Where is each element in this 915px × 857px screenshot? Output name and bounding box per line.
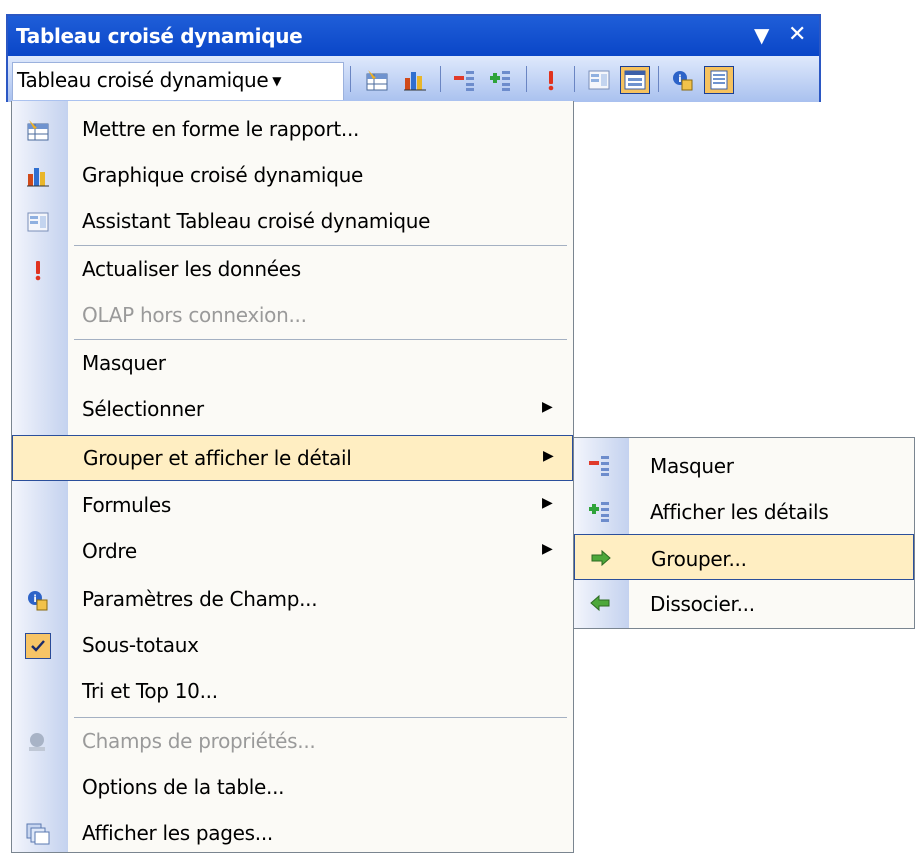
toolbar-separator <box>658 66 659 92</box>
submenu-arrow-icon: ▶ <box>542 495 553 511</box>
svg-text:i: i <box>678 74 681 85</box>
show-detail-icon <box>586 498 614 524</box>
pivot-table-menu-button[interactable]: Tableau croisé dynamique ▼ <box>12 62 344 100</box>
menu-item-label: Options de la table... <box>82 775 285 799</box>
submenu-arrow-icon: ▶ <box>542 541 553 557</box>
submenu-item-label: Masquer <box>650 454 734 478</box>
format-report-icon <box>24 117 52 143</box>
refresh-icon[interactable] <box>536 66 566 94</box>
table-options-icon[interactable] <box>704 66 734 94</box>
menu-item-subtotals[interactable]: Sous-totaux <box>12 623 573 669</box>
show-field-list-icon[interactable] <box>620 66 650 94</box>
menu-item-label: Formules <box>82 493 171 517</box>
property-fields-icon <box>24 729 52 755</box>
field-settings-icon: i <box>24 587 52 613</box>
menu-item-show-pages[interactable]: Afficher les pages... <box>12 811 573 857</box>
check-icon <box>24 633 52 659</box>
title-bar[interactable]: Tableau croisé dynamique ▼ ✕ <box>8 16 819 56</box>
toolbar-separator <box>440 66 441 92</box>
menu-item-label: Afficher les pages... <box>82 821 273 845</box>
wizard-icon <box>24 209 52 235</box>
show-pages-icon <box>24 821 52 847</box>
close-icon[interactable]: ✕ <box>788 22 806 48</box>
submenu-arrow-icon: ▶ <box>543 448 554 464</box>
submenu-arrow-icon: ▶ <box>542 399 553 415</box>
svg-text:i: i <box>33 594 36 605</box>
menu-item-label: Ordre <box>82 539 137 563</box>
menu-separator <box>74 339 567 340</box>
submenu-item-label: Grouper... <box>651 547 747 571</box>
submenu-item-ungroup[interactable]: Dissocier... <box>574 580 914 626</box>
menu-item-field-settings[interactable]: i Paramètres de Champ... <box>12 577 573 623</box>
toolbar-separator <box>350 66 351 92</box>
menu-item-label: Champs de propriétés... <box>82 729 316 753</box>
toolbar-title: Tableau croisé dynamique <box>16 24 303 48</box>
menu-item-label: Actualiser les données <box>82 257 301 281</box>
submenu-item-group[interactable]: Grouper... <box>574 534 914 580</box>
toolbar-buttons-row: Tableau croisé dynamique ▼ i <box>8 56 819 102</box>
menu-separator <box>74 717 567 718</box>
pivot-table-toolbar: Tableau croisé dynamique ▼ ✕ Tableau cro… <box>6 14 821 102</box>
menu-item-select[interactable]: Sélectionner ▶ <box>12 387 573 433</box>
menu-item-label: Paramètres de Champ... <box>82 587 318 611</box>
menu-item-sort-top10[interactable]: Tri et Top 10... <box>12 669 573 715</box>
group-detail-submenu: Masquer Afficher les détails Grouper... … <box>573 437 915 629</box>
menu-item-label: Assistant Tableau croisé dynamique <box>82 209 431 233</box>
chevron-down-icon: ▼ <box>272 74 282 88</box>
triangle-down-icon[interactable]: ▼ <box>754 22 769 48</box>
menu-item-property-fields: Champs de propriétés... <box>12 719 573 765</box>
toolbar-separator <box>526 66 527 92</box>
show-detail-icon[interactable] <box>486 66 516 94</box>
submenu-item-hide-detail[interactable]: Masquer <box>574 442 914 488</box>
menu-item-label: Mettre en forme le rapport... <box>82 117 360 141</box>
menu-item-label: Masquer <box>82 351 166 375</box>
field-params-icon[interactable]: i <box>668 66 698 94</box>
group-arrow-icon <box>587 545 615 571</box>
toolbar-separator <box>574 66 575 92</box>
menu-item-pivot-chart[interactable]: Graphique croisé dynamique <box>12 153 573 199</box>
menu-item-label: Sous-totaux <box>82 633 199 657</box>
pivot-chart-icon[interactable] <box>400 66 430 94</box>
menu-item-refresh[interactable]: Actualiser les données <box>12 247 573 293</box>
menu-item-label: OLAP hors connexion... <box>82 303 307 327</box>
menu-item-wizard[interactable]: Assistant Tableau croisé dynamique <box>12 199 573 245</box>
pivot-table-menu-label: Tableau croisé dynamique <box>17 68 269 92</box>
menu-item-hide[interactable]: Masquer <box>12 341 573 387</box>
menu-item-order[interactable]: Ordre ▶ <box>12 529 573 575</box>
menu-item-olap-offline: OLAP hors connexion... <box>12 293 573 339</box>
field-settings-icon[interactable] <box>584 66 614 94</box>
format-report-icon[interactable] <box>362 66 392 94</box>
ungroup-arrow-icon <box>586 590 614 616</box>
submenu-item-label: Dissocier... <box>650 592 755 616</box>
hide-detail-icon[interactable] <box>450 66 480 94</box>
pivot-chart-icon <box>24 163 52 189</box>
menu-item-group-show-detail[interactable]: Grouper et afficher le détail ▶ <box>12 435 573 481</box>
menu-item-format-report[interactable]: Mettre en forme le rapport... <box>12 107 573 153</box>
menu-item-label: Sélectionner <box>82 397 204 421</box>
menu-item-formulas[interactable]: Formules ▶ <box>12 483 573 529</box>
menu-item-table-options[interactable]: Options de la table... <box>12 765 573 811</box>
menu-item-label: Grouper et afficher le détail <box>83 446 352 470</box>
refresh-icon <box>24 257 52 283</box>
menu-item-label: Tri et Top 10... <box>82 679 218 703</box>
hide-detail-icon <box>586 452 614 478</box>
menu-item-label: Graphique croisé dynamique <box>82 163 363 187</box>
submenu-item-label: Afficher les détails <box>650 500 829 524</box>
pivot-table-dropdown-menu: Mettre en forme le rapport... Graphique … <box>11 101 574 853</box>
submenu-item-show-detail[interactable]: Afficher les détails <box>574 488 914 534</box>
menu-separator <box>74 245 567 246</box>
